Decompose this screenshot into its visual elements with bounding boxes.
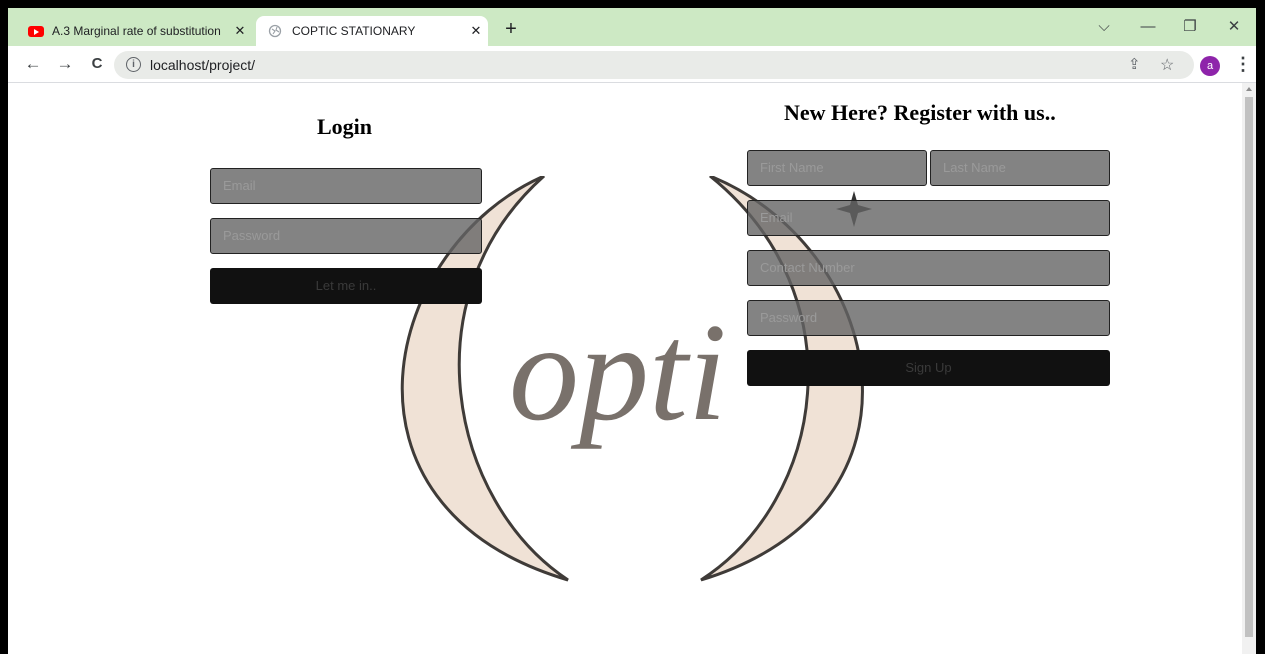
browser-window: A.3 Marginal rate of substitution ✕ COPT…	[8, 8, 1256, 654]
register-heading: New Here? Register with us..	[784, 100, 1056, 125]
register-password-input[interactable]: Password	[747, 300, 1110, 336]
login-heading: Login	[317, 114, 373, 139]
forward-button[interactable]: →	[52, 51, 78, 77]
new-tab-button[interactable]: +	[498, 17, 524, 43]
browser-menu-icon[interactable]: ⋮	[1234, 51, 1252, 77]
restore-button[interactable]: ❐	[1174, 14, 1206, 40]
login-password-input[interactable]: Password	[210, 218, 482, 254]
close-tab-icon[interactable]: ✕	[228, 23, 252, 39]
bookmark-star-icon[interactable]: ☆	[1160, 55, 1174, 75]
contact-number-input[interactable]: Contact Number	[747, 250, 1110, 286]
minimize-button[interactable]: —	[1132, 14, 1164, 40]
page-viewport: opti Login Email Password Let me in.. Ne…	[8, 83, 1242, 654]
close-tab-icon[interactable]: ✕	[464, 23, 488, 39]
tab-search-button[interactable]: ⌵	[1088, 14, 1120, 40]
close-window-button[interactable]: ✕	[1218, 14, 1250, 40]
address-bar[interactable]: i localhost/project/ ⇪ ☆	[114, 51, 1194, 79]
youtube-icon	[28, 25, 44, 37]
profile-avatar[interactable]: a	[1200, 56, 1220, 76]
back-button[interactable]: ←	[20, 51, 46, 77]
login-email-input[interactable]: Email	[210, 168, 482, 204]
globe-icon	[268, 24, 282, 38]
scroll-up-arrow-icon[interactable]	[1246, 87, 1252, 91]
tab-marginal-rate[interactable]: A.3 Marginal rate of substitution ✕	[20, 16, 252, 46]
tab-title: COPTIC STATIONARY	[292, 24, 416, 38]
reload-button[interactable]: C	[84, 51, 110, 77]
logo-text: opti	[509, 295, 727, 450]
register-email-input[interactable]: Email	[747, 200, 1110, 236]
tab-title: A.3 Marginal rate of substitution	[52, 24, 221, 38]
url-text[interactable]: localhost/project/	[150, 57, 255, 73]
login-submit-button[interactable]: Let me in..	[210, 268, 482, 304]
page-scrollbar[interactable]	[1242, 83, 1256, 654]
browser-toolbar: ← → C i localhost/project/ ⇪ ☆ a ⋮	[8, 46, 1256, 83]
sign-up-button[interactable]: Sign Up	[747, 350, 1110, 386]
tab-coptic-stationary[interactable]: COPTIC STATIONARY ✕	[256, 16, 488, 46]
last-name-input[interactable]: Last Name	[930, 150, 1110, 186]
scroll-thumb[interactable]	[1245, 97, 1253, 637]
share-icon[interactable]: ⇪	[1128, 55, 1141, 73]
info-icon[interactable]: i	[126, 57, 141, 72]
first-name-input[interactable]: First Name	[747, 150, 927, 186]
tab-strip: A.3 Marginal rate of substitution ✕ COPT…	[8, 8, 1256, 46]
